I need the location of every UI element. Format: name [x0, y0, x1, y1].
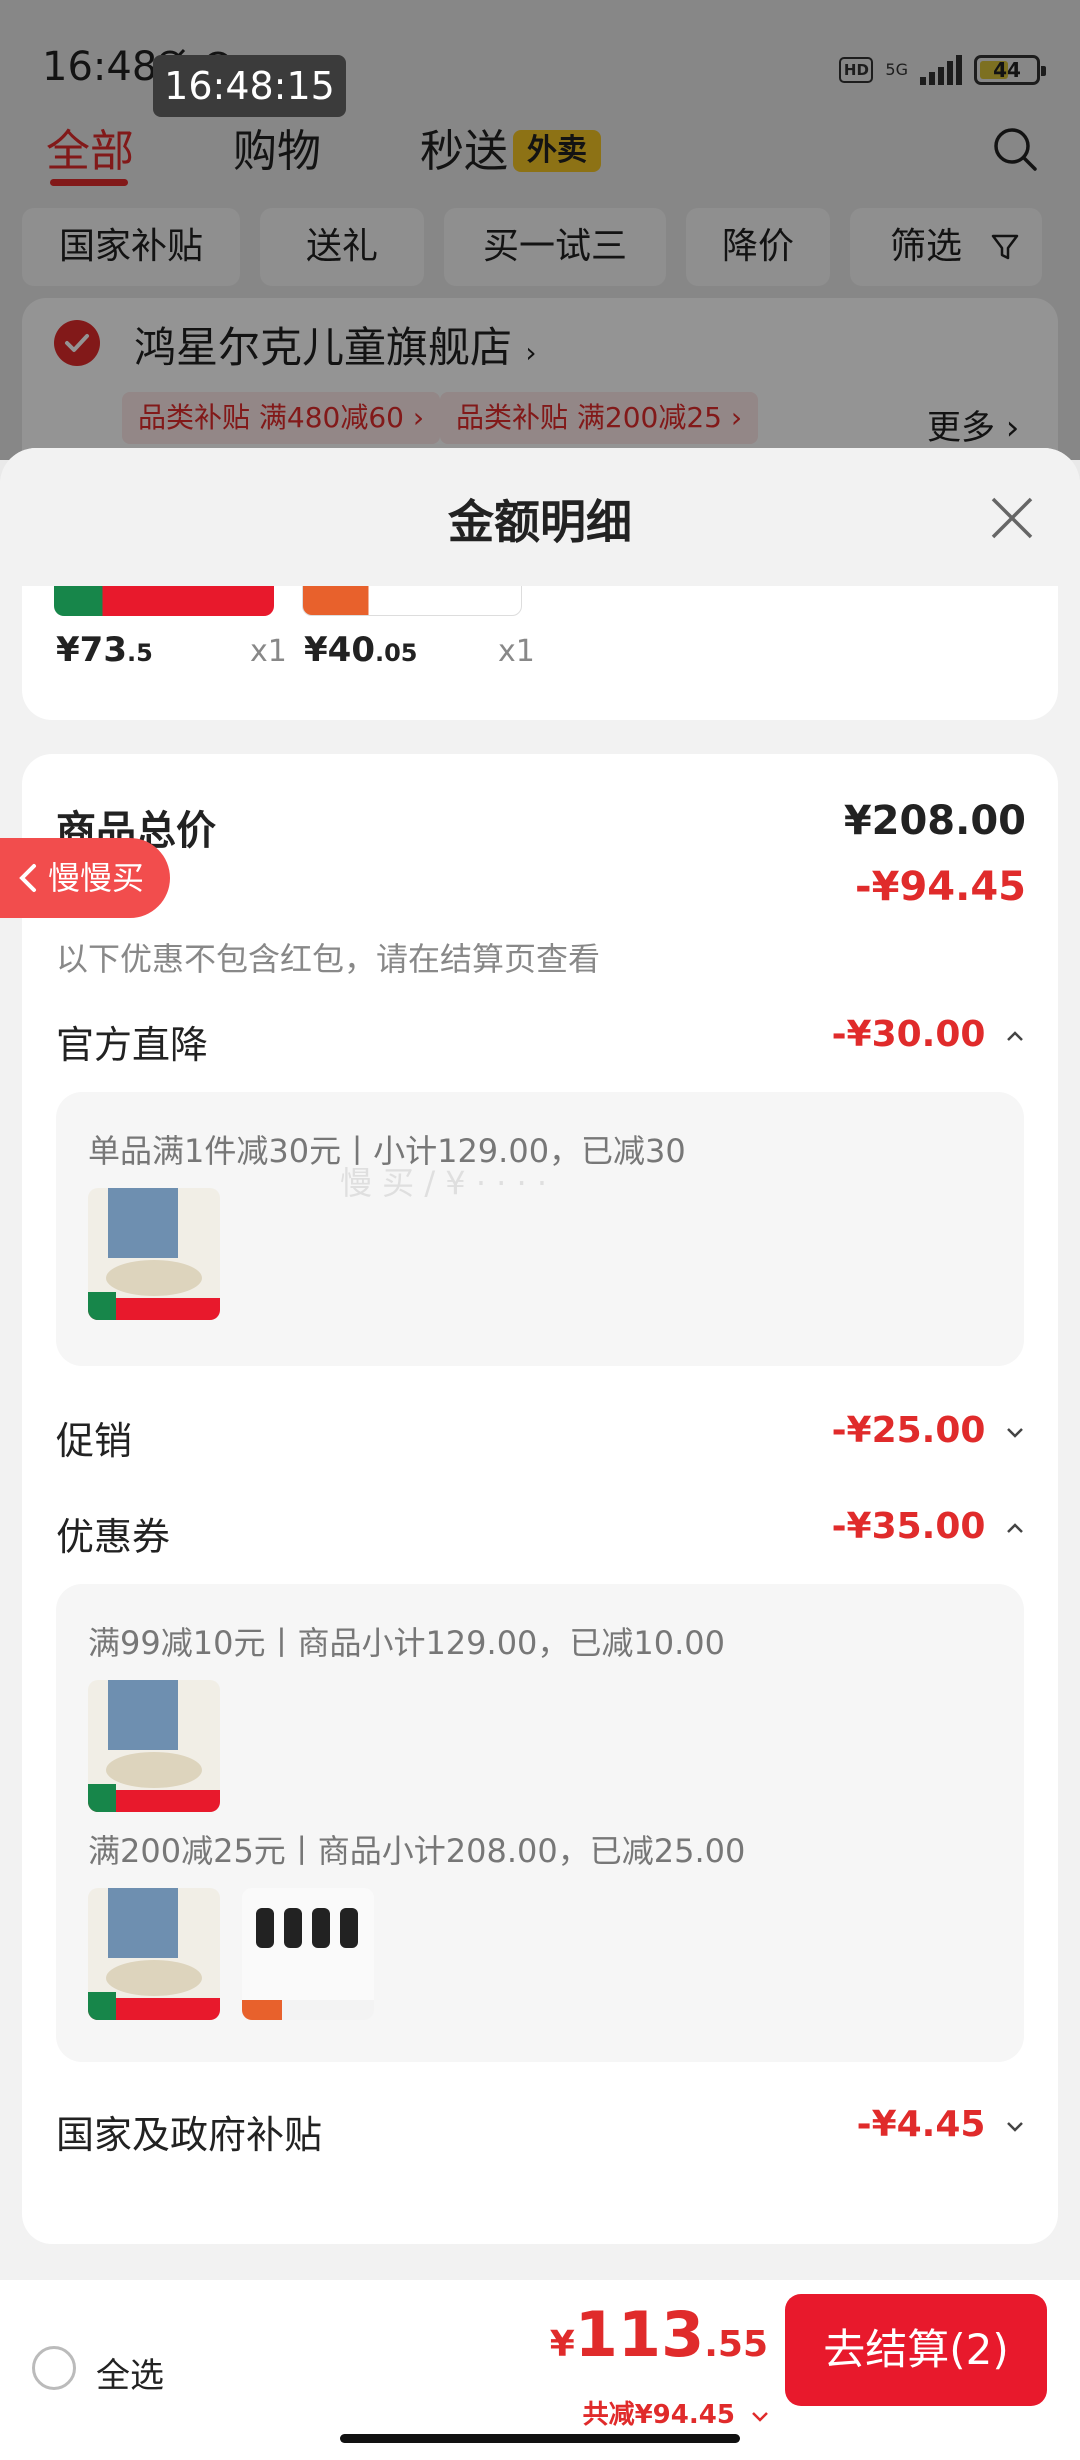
total-price-amount: ¥208.00 — [843, 798, 1026, 844]
promo-label: 促销 — [56, 1419, 133, 1463]
shoe-product-image — [88, 1680, 220, 1812]
gov-subsidy-toggle[interactable]: -¥4.45 — [857, 2104, 1026, 2145]
detail-card: 商品总价 ¥208.00 共减 -¥94.45 以下优惠不包含红包，请在结算页查… — [22, 754, 1058, 2244]
goods-price-2: ¥40.05 — [304, 630, 418, 670]
sheet-header: 金额明细 — [0, 448, 1080, 586]
shoe-product-image — [88, 1188, 220, 1320]
chevron-up-icon — [1007, 1031, 1023, 1041]
total-amount: ¥113.55 — [550, 2298, 768, 2371]
coupon-label: 优惠券 — [56, 1515, 171, 1559]
coupon-toggle[interactable]: -¥35.00 — [832, 1506, 1026, 1547]
goods-price-2-int: ¥40 — [304, 630, 375, 670]
total-yen: ¥ — [549, 2324, 575, 2365]
promo-amount: -¥25.00 — [831, 1410, 986, 1451]
chevron-up-icon — [1007, 1523, 1023, 1533]
slow-buy-side-tab[interactable]: 慢慢买 — [0, 838, 170, 918]
gov-subsidy-label: 国家及政府补贴 — [56, 2113, 323, 2157]
checkout-bar: 全选 ¥113.55 共减¥94.45 去结算(2) — [0, 2280, 1080, 2460]
official-discount-toggle[interactable]: -¥30.00 — [832, 1014, 1026, 1055]
checkout-button[interactable]: 去结算(2) — [785, 2294, 1047, 2406]
gov-subsidy-amount: -¥4.45 — [856, 2104, 986, 2145]
coupon-amount: -¥35.00 — [831, 1506, 986, 1547]
promo-toggle[interactable]: -¥25.00 — [832, 1410, 1026, 1451]
chevron-left-icon — [19, 864, 36, 892]
time-overlay: 16:48:15 — [153, 55, 346, 117]
socks-product-image — [242, 1888, 374, 2020]
goods-price-1-int: ¥73 — [56, 630, 127, 670]
total-int: 113 — [574, 2298, 705, 2371]
sheet-title: 金额明细 — [448, 495, 632, 549]
select-all-radio[interactable] — [32, 2346, 76, 2390]
coupon-box: 满99减10元丨商品小计129.00，已减10.00 满200减25元丨商品小计… — [56, 1584, 1024, 2062]
home-indicator — [340, 2434, 740, 2443]
goods-price-2-dec: .05 — [374, 639, 418, 667]
official-discount-box: 单品满1件减30元丨小计129.00，已减30 — [56, 1092, 1024, 1366]
side-tab-label: 慢慢买 — [48, 859, 145, 897]
chevron-down-icon — [1007, 2122, 1023, 2132]
official-discount-amount: -¥30.00 — [831, 1014, 986, 1055]
coupon-detail-1: 满99减10元丨商品小计129.00，已减10.00 — [88, 1624, 726, 1662]
discount-amount: -¥94.45 — [855, 864, 1026, 910]
total-dec: .55 — [704, 2324, 768, 2365]
chevron-down-icon — [1007, 1428, 1023, 1438]
product-thumbnail — [302, 586, 522, 616]
goods-card: ¥73.5 x1 ¥40.05 x1 — [22, 586, 1058, 720]
coupon-detail-2: 满200减25元丨商品小计208.00，已减25.00 — [88, 1832, 746, 1870]
official-discount-label: 官方直降 — [56, 1023, 209, 1067]
goods-price-1-dec: .5 — [126, 639, 153, 667]
goods-qty-2: x1 — [498, 634, 535, 669]
select-all-label[interactable]: 全选 — [96, 2348, 164, 2397]
discount-note: 以下优惠不包含红包，请在结算页查看 — [56, 940, 601, 978]
shoe-product-image — [88, 1888, 220, 2020]
chevron-down-icon — [752, 2411, 768, 2422]
close-icon[interactable] — [987, 493, 1037, 543]
saved-toggle[interactable]: 共减¥94.45 — [583, 2394, 770, 2431]
amount-detail-sheet: 金额明细 ¥73.5 x1 ¥40.05 x1 商品总价 ¥208.00 共减 … — [0, 448, 1080, 2460]
goods-qty-1: x1 — [250, 634, 287, 669]
goods-price-1: ¥73.5 — [56, 630, 153, 670]
watermark: 慢 买 / ¥ · · · · — [340, 1164, 548, 1202]
product-thumbnail — [54, 586, 274, 616]
saved-amount: 共减¥94.45 — [582, 2400, 735, 2430]
